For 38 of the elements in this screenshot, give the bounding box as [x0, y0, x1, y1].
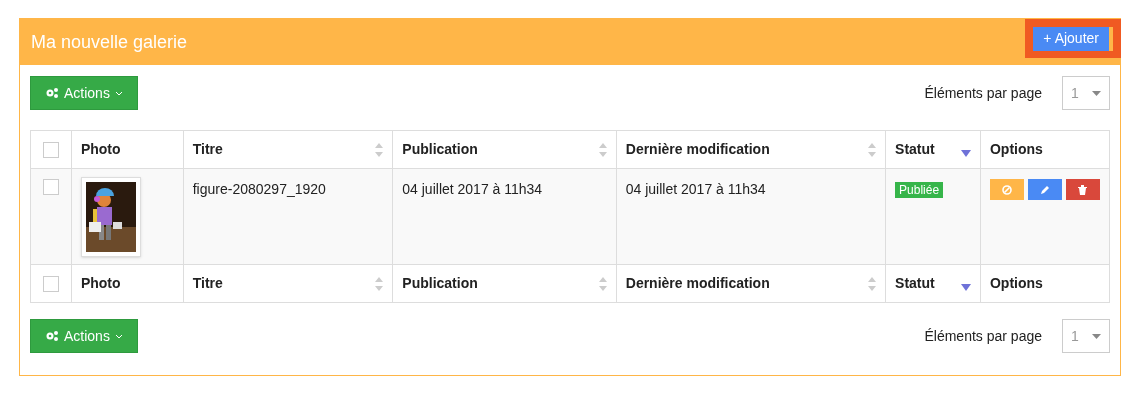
delete-button[interactable]: [1065, 179, 1100, 200]
sort-descending-icon[interactable]: [960, 284, 971, 291]
column-header: Options: [989, 274, 1043, 293]
column-header[interactable]: Titre: [192, 273, 223, 294]
disable-button[interactable]: [989, 179, 1024, 200]
column-header[interactable]: Publication: [402, 139, 478, 160]
column-header: Photo: [80, 140, 121, 159]
table-cell: figure-2080297_1920: [192, 181, 326, 197]
checkbox[interactable]: [42, 275, 59, 292]
sort-icon[interactable]: [598, 142, 607, 157]
column-header[interactable]: Titre: [192, 139, 223, 160]
pencil-icon: [1039, 184, 1050, 195]
per-page-label: Éléments par page: [924, 326, 1042, 346]
sort-icon[interactable]: [375, 276, 384, 291]
gears-icon: [45, 87, 59, 99]
ban-icon: [1001, 184, 1012, 195]
column-header[interactable]: Publication: [402, 273, 478, 294]
table-cell: 04 juillet 2017 à 11h34: [625, 181, 766, 197]
panel-title: Ma nouvelle galerie: [31, 30, 188, 54]
per-page-label: Éléments par page: [924, 83, 1042, 103]
trash-icon: [1078, 184, 1088, 195]
sort-icon[interactable]: [375, 142, 384, 157]
checkbox[interactable]: [42, 141, 59, 158]
edit-button[interactable]: [1027, 179, 1062, 200]
gears-icon: [45, 330, 59, 342]
sort-icon[interactable]: [598, 276, 607, 291]
column-header: Photo: [80, 274, 121, 293]
table-cell: 04 juillet 2017 à 11h34: [402, 181, 543, 197]
caret-icon: [1092, 90, 1101, 96]
checkbox[interactable]: [42, 179, 59, 195]
column-header: Options: [989, 140, 1043, 159]
sort-icon[interactable]: [868, 276, 877, 291]
chevron-down-icon: [114, 333, 123, 339]
caret-icon: [1092, 333, 1101, 339]
sort-descending-icon[interactable]: [960, 150, 971, 157]
status-badge: Publiée: [895, 182, 944, 198]
sort-icon[interactable]: [868, 142, 877, 157]
chevron-down-icon: [114, 90, 123, 96]
